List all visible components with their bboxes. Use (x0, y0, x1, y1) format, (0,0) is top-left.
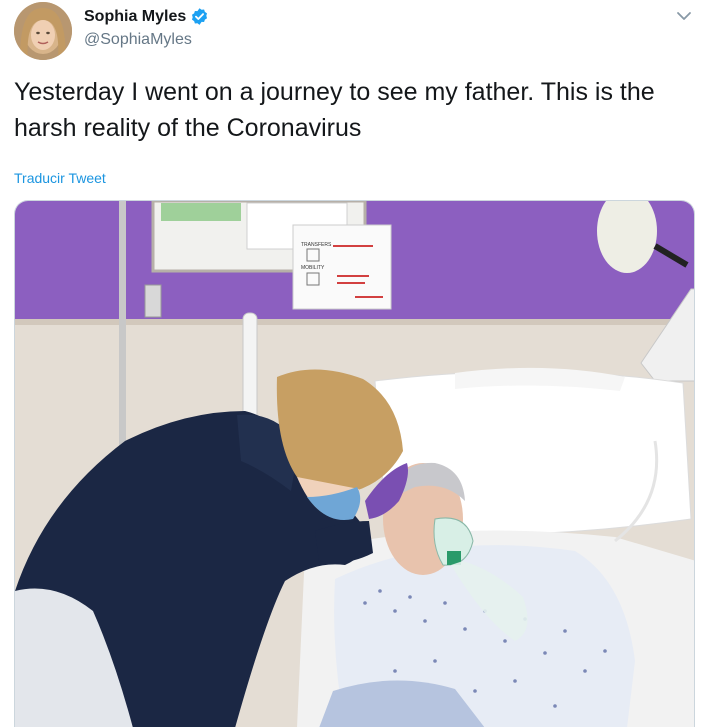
photo-hospital-bedside-icon: TRANSFERS MOBILITY (15, 201, 694, 727)
avatar-photo-icon (14, 2, 72, 60)
tweet-text: Yesterday I went on a journey to see my … (14, 78, 655, 142)
avatar[interactable] (14, 2, 72, 60)
sign-transfers-label: TRANSFERS (301, 242, 332, 248)
chevron-down-icon (677, 12, 691, 20)
tweet-card: Sophia Myles @SophiaMyles Yesterday I we… (0, 0, 712, 727)
author-name-row[interactable]: Sophia Myles (84, 7, 209, 26)
verified-badge-icon (192, 8, 208, 25)
display-name[interactable]: Sophia Myles (84, 8, 186, 26)
author-handle[interactable]: @SophiaMyles (84, 31, 192, 49)
sign-mobility-label: MOBILITY (301, 265, 325, 271)
tweet-media-photo[interactable]: TRANSFERS MOBILITY (14, 200, 695, 727)
translate-tweet-link[interactable]: Traducir Tweet (14, 170, 106, 186)
tweet-menu-button[interactable] (674, 6, 694, 26)
